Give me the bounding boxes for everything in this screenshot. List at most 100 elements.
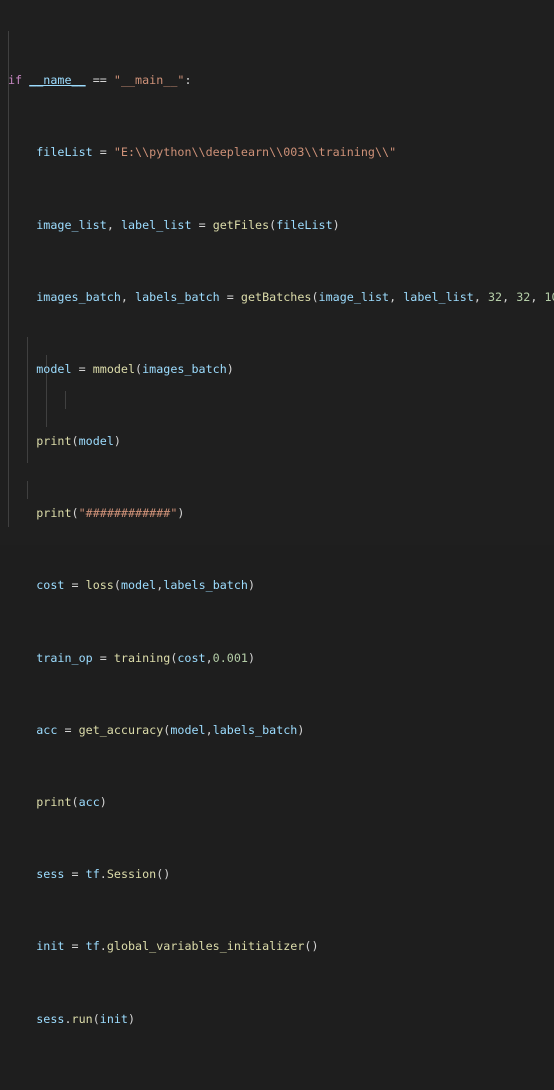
token-paren: ( — [92, 1011, 100, 1026]
token-dot: . — [64, 1011, 72, 1026]
token-comma: , — [106, 217, 121, 232]
token-comma: , — [205, 650, 213, 665]
token-fn-print: print — [36, 795, 72, 810]
token-paren: ( — [163, 722, 171, 737]
token-string-hashes: "############" — [78, 506, 178, 521]
token-var-sess: sess — [36, 867, 65, 882]
code-line-3[interactable]: image_list, label_list = getFiles(fileLi… — [0, 216, 554, 234]
token-var-filelist: fileList — [36, 145, 93, 160]
token-paren: () — [304, 939, 319, 954]
code-editor[interactable]: if __name__ == "__main__": fileList = "E… — [0, 0, 554, 1026]
token-paren: ( — [71, 506, 79, 521]
token-dot: . — [99, 939, 107, 954]
code-line-14[interactable]: sess.run(init) — [0, 1010, 554, 1028]
code-line-2[interactable]: fileList = "E:\\python\\deeplearn\\003\\… — [0, 143, 554, 161]
token-keyword-if: if — [8, 73, 23, 88]
token-arg-cost: cost — [177, 650, 206, 665]
token-var-model: model — [36, 361, 72, 376]
token-space: = — [64, 867, 86, 882]
token-fn-print: print — [36, 434, 72, 449]
token-var-image-list: image_list — [36, 217, 107, 232]
token-string-main: "__main__" — [113, 73, 185, 88]
token-paren: ) — [297, 722, 305, 737]
token-fn-print: print — [36, 506, 72, 521]
token-colon: : — [184, 73, 192, 88]
code-line-15-blank[interactable] — [0, 1082, 554, 1090]
token-var-init: init — [36, 939, 65, 954]
token-var-train-op: train_op — [36, 650, 93, 665]
token-arg-filelist: fileList — [276, 217, 333, 232]
token-fn-global-variables-initializer: global_variables_initializer — [106, 939, 305, 954]
code-line-9[interactable]: train_op = training(cost,0.001) — [0, 649, 554, 667]
token-fn-getbatches: getBatches — [240, 289, 312, 304]
token-fn-session: Session — [106, 867, 157, 882]
token-string-path: "E:\\python\\deeplearn\\003\\training\\" — [113, 145, 397, 160]
token-paren: ) — [226, 361, 234, 376]
code-line-11[interactable]: print(acc) — [0, 793, 554, 811]
token-paren: ) — [332, 217, 340, 232]
token-space: = — [64, 939, 86, 954]
token-num-10: 10 — [544, 289, 554, 304]
token-comma: , — [502, 289, 517, 304]
token-comma: , — [156, 578, 164, 593]
token-space: = — [71, 361, 93, 376]
code-line-6[interactable]: print(model) — [0, 432, 554, 450]
token-arg-acc: acc — [78, 795, 100, 810]
code-line-1[interactable]: if __name__ == "__main__": — [0, 71, 554, 89]
token-paren: ( — [311, 289, 319, 304]
token-dot: . — [99, 867, 107, 882]
code-line-7[interactable]: print("############") — [0, 504, 554, 522]
token-var-acc: acc — [36, 722, 58, 737]
code-line-13[interactable]: init = tf.global_variables_initializer() — [0, 937, 554, 955]
token-blank — [8, 1084, 15, 1090]
token-space: = — [219, 289, 241, 304]
token-operator-assign: = — [99, 145, 107, 160]
token-var-label-list: label_list — [120, 217, 192, 232]
code-lines[interactable]: if __name__ == "__main__": fileList = "E… — [0, 17, 554, 1090]
token-paren: ) — [247, 650, 256, 665]
token-var-images-batch: images_batch — [36, 289, 121, 304]
token-arg-image-list: image_list — [318, 289, 390, 304]
token-num-32a: 32 — [487, 289, 503, 304]
token-space: = — [191, 217, 213, 232]
token-arg-label-list: label_list — [403, 289, 474, 304]
code-line-5[interactable]: model = mmodel(images_batch) — [0, 360, 554, 378]
token-comma: , — [473, 289, 488, 304]
token-arg-images-batch: images_batch — [142, 361, 227, 376]
token-arg-labels-batch: labels_batch — [163, 578, 248, 593]
token-operator-eq: == — [92, 73, 107, 88]
token-num-32b: 32 — [516, 289, 531, 304]
token-space: = — [57, 722, 79, 737]
code-line-4[interactable]: images_batch, labels_batch = getBatches(… — [0, 288, 554, 306]
token-arg-model: model — [170, 722, 206, 737]
code-line-10[interactable]: acc = get_accuracy(model,labels_batch) — [0, 721, 554, 739]
token-paren: ) — [113, 434, 121, 449]
token-num-learning-rate: 0.001 — [212, 650, 248, 665]
token-arg-model: model — [120, 578, 157, 593]
token-var-sess: sess — [36, 1011, 65, 1026]
token-fn-training: training — [113, 650, 171, 665]
code-line-8[interactable]: cost = loss(model,labels_batch) — [0, 576, 554, 594]
token-space: = — [92, 650, 114, 665]
code-line-12[interactable]: sess = tf.Session() — [0, 865, 554, 883]
token-paren: ) — [128, 1011, 136, 1026]
token-module-tf: tf — [85, 939, 100, 954]
token-paren: () — [156, 867, 171, 882]
token-var-labels-batch: labels_batch — [135, 289, 220, 304]
token-paren: ( — [71, 434, 79, 449]
token-paren: ) — [247, 578, 256, 593]
token-comma: , — [530, 289, 545, 304]
